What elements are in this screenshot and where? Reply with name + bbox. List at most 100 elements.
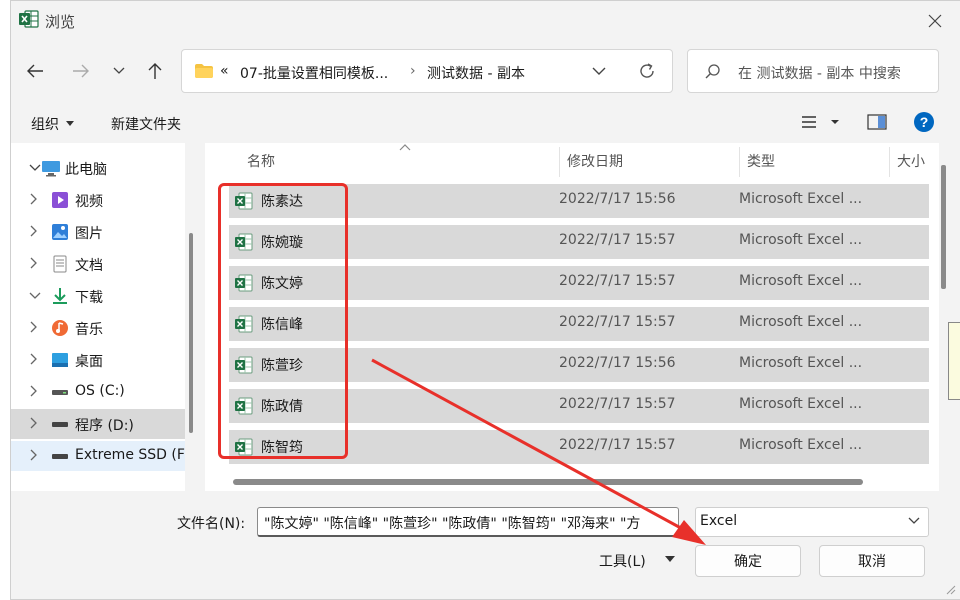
chevron-right-icon[interactable] bbox=[29, 225, 39, 241]
file-modified: 2022/7/17 15:57 bbox=[559, 437, 676, 453]
recent-locations-button[interactable] bbox=[105, 57, 133, 85]
drive-icon bbox=[51, 383, 69, 401]
filename-input[interactable]: "陈文婷" "陈信峰" "陈萱珍" "陈政倩" "陈智筠" "邓海来" "方 bbox=[257, 507, 679, 537]
download-icon bbox=[51, 287, 69, 305]
documents-icon bbox=[51, 255, 69, 273]
chevron-down-icon[interactable] bbox=[29, 289, 41, 305]
sidebar-label: 视频 bbox=[75, 194, 103, 210]
cancel-button[interactable]: 取消 bbox=[819, 545, 925, 577]
file-modified: 2022/7/17 15:56 bbox=[559, 191, 676, 207]
ok-button[interactable]: 确定 bbox=[695, 545, 801, 577]
annotation-highlight-box bbox=[218, 183, 348, 459]
background-window-fragment bbox=[948, 322, 960, 400]
chevron-right-icon[interactable] bbox=[29, 353, 39, 369]
refresh-icon bbox=[640, 63, 654, 78]
sidebar-item-videos[interactable]: 视频 bbox=[11, 185, 185, 215]
chevron-down-icon bbox=[908, 517, 920, 524]
search-placeholder: 在 测试数据 - 副本 中搜索 bbox=[738, 66, 901, 82]
caret-down-icon bbox=[66, 121, 74, 126]
breadcrumb-current[interactable]: 测试数据 - 副本 bbox=[427, 63, 525, 83]
list-view-icon bbox=[802, 116, 839, 128]
sidebar-item-music[interactable]: 音乐 bbox=[11, 313, 185, 343]
column-header-type[interactable]: 类型 bbox=[747, 151, 775, 171]
background-window-edge bbox=[0, 0, 10, 600]
browse-dialog: 浏览 « 07-批量设置相同模板... › 测试数据 - 副本 在 测试数据 -… bbox=[10, 0, 960, 600]
column-divider[interactable] bbox=[889, 147, 890, 177]
chevron-down-icon[interactable] bbox=[29, 161, 41, 177]
sidebar-item-extreme-ssd[interactable]: Extreme SSD (F bbox=[11, 441, 185, 471]
close-icon bbox=[928, 14, 942, 28]
organize-menu[interactable]: 组织 bbox=[31, 114, 75, 134]
sidebar-item-documents[interactable]: 文档 bbox=[11, 249, 185, 279]
sidebar-scrollbar[interactable] bbox=[189, 233, 193, 433]
preview-pane-button[interactable] bbox=[867, 113, 887, 135]
chevron-right-icon[interactable] bbox=[29, 449, 39, 465]
sidebar-item-downloads[interactable]: 下载 bbox=[11, 281, 185, 311]
file-type: Microsoft Excel ... bbox=[739, 191, 863, 207]
sidebar-label: Extreme SSD (F bbox=[75, 447, 185, 463]
chevron-down-icon bbox=[113, 67, 125, 74]
view-options-button[interactable] bbox=[801, 113, 847, 135]
sidebar-item-os-c[interactable]: OS (C:) bbox=[11, 377, 185, 407]
sidebar-item-pictures[interactable]: 图片 bbox=[11, 217, 185, 247]
drive-icon bbox=[51, 415, 69, 433]
sidebar-item-this-pc[interactable]: 此电脑 bbox=[11, 153, 185, 183]
column-divider[interactable] bbox=[739, 147, 740, 177]
address-dropdown-button[interactable] bbox=[592, 64, 606, 80]
window-title: 浏览 bbox=[45, 13, 76, 31]
forward-button[interactable] bbox=[67, 57, 95, 85]
desktop-icon bbox=[51, 351, 69, 369]
drive-icon bbox=[51, 447, 69, 465]
arrow-left-icon bbox=[27, 64, 43, 78]
folder-icon bbox=[194, 63, 214, 83]
up-button[interactable] bbox=[141, 57, 169, 85]
sidebar-label: 下载 bbox=[75, 290, 103, 306]
breadcrumb-overflow[interactable]: « bbox=[220, 63, 229, 79]
organize-label: 组织 bbox=[31, 117, 59, 133]
resize-grip-icon[interactable] bbox=[946, 585, 956, 595]
back-button[interactable] bbox=[21, 57, 49, 85]
file-list-horizontal-scrollbar[interactable] bbox=[233, 479, 863, 485]
file-modified: 2022/7/17 15:57 bbox=[559, 232, 676, 248]
chevron-right-icon[interactable] bbox=[29, 385, 39, 401]
breadcrumb-parent[interactable]: 07-批量设置相同模板... bbox=[240, 63, 388, 83]
music-icon bbox=[51, 319, 69, 337]
file-list-vertical-scrollbar[interactable] bbox=[941, 165, 946, 289]
svg-text:?: ? bbox=[920, 114, 929, 130]
filename-label: 文件名(N): bbox=[177, 516, 246, 532]
column-divider[interactable] bbox=[559, 147, 560, 177]
file-type: Microsoft Excel ... bbox=[739, 273, 863, 289]
file-type: Microsoft Excel ... bbox=[739, 396, 863, 412]
file-type: Microsoft Excel ... bbox=[739, 437, 863, 453]
search-box[interactable]: 在 测试数据 - 副本 中搜索 bbox=[687, 49, 939, 93]
close-button[interactable] bbox=[923, 9, 947, 33]
column-header-name[interactable]: 名称 bbox=[247, 151, 275, 171]
refresh-button[interactable] bbox=[638, 62, 656, 84]
navigation-pane: 此电脑 视频 图片 文档 下载 音乐 桌面 OS (C:) 程序 (D:) Ex… bbox=[11, 143, 185, 491]
pc-icon bbox=[41, 159, 60, 177]
file-modified: 2022/7/17 15:57 bbox=[559, 396, 676, 412]
column-header-modified[interactable]: 修改日期 bbox=[567, 151, 623, 171]
caret-down-icon[interactable] bbox=[665, 556, 675, 562]
filetype-select[interactable]: Excel bbox=[695, 507, 929, 537]
video-icon bbox=[51, 191, 69, 209]
arrow-up-icon bbox=[148, 63, 162, 79]
sidebar-item-desktop[interactable]: 桌面 bbox=[11, 345, 185, 375]
file-modified: 2022/7/17 15:56 bbox=[559, 355, 676, 371]
sidebar-item-program-d[interactable]: 程序 (D:) bbox=[11, 409, 185, 439]
help-button[interactable]: ? bbox=[913, 111, 935, 137]
pictures-icon bbox=[51, 223, 69, 241]
chevron-right-icon[interactable] bbox=[29, 417, 39, 433]
help-icon: ? bbox=[914, 112, 934, 132]
chevron-right-icon[interactable] bbox=[29, 257, 39, 273]
address-bar[interactable]: « 07-批量设置相同模板... › 测试数据 - 副本 bbox=[181, 49, 673, 93]
column-header-size[interactable]: 大小 bbox=[897, 151, 925, 171]
chevron-right-icon[interactable] bbox=[29, 321, 39, 337]
tools-menu[interactable]: 工具(L) bbox=[599, 551, 646, 571]
new-folder-button[interactable]: 新建文件夹 bbox=[111, 114, 181, 134]
sidebar-label: 音乐 bbox=[75, 322, 103, 338]
file-type: Microsoft Excel ... bbox=[739, 232, 863, 248]
preview-pane-icon bbox=[867, 114, 887, 130]
chevron-right-icon[interactable] bbox=[29, 193, 39, 209]
file-modified: 2022/7/17 15:57 bbox=[559, 314, 676, 330]
